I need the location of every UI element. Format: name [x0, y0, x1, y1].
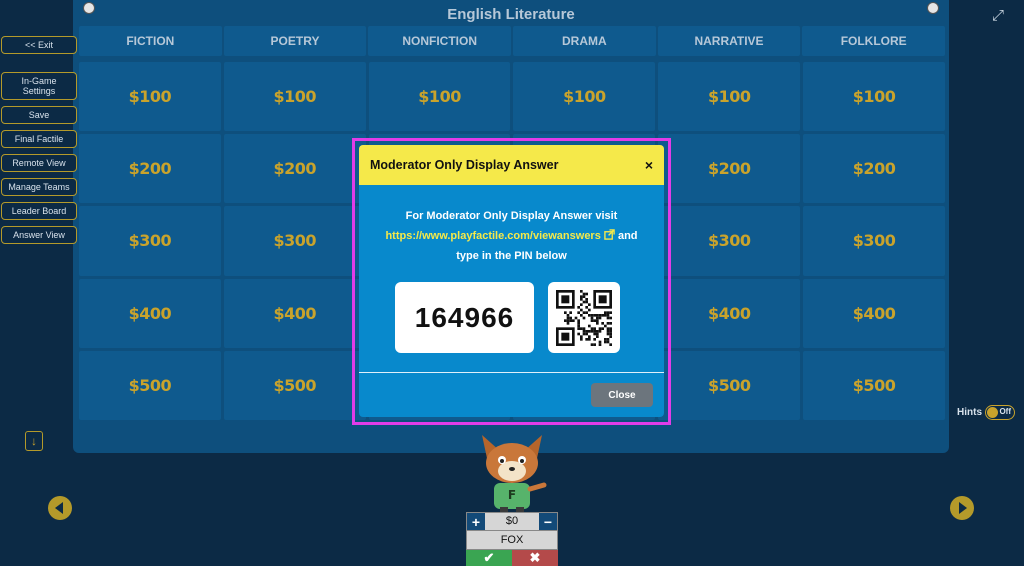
question-cell[interactable]: $300 — [658, 206, 801, 276]
answer-view-button[interactable]: Answer View — [1, 226, 77, 244]
hints-toggle-group: Hints Off — [957, 405, 1015, 420]
modal-instruction: For Moderator Only Display Answer visit — [405, 210, 618, 222]
category-header: POETRY — [223, 26, 367, 56]
incorrect-button[interactable]: ✖ — [512, 550, 558, 566]
scroll-down-button[interactable]: ↓ — [25, 431, 43, 451]
question-cell[interactable]: $500 — [803, 350, 945, 420]
next-button[interactable] — [950, 496, 974, 520]
question-cell[interactable]: $500 — [223, 350, 366, 420]
question-cell[interactable]: $400 — [223, 278, 366, 348]
ingame-settings-button[interactable]: In-Game Settings — [1, 72, 77, 100]
question-cell[interactable]: $100 — [79, 62, 221, 132]
modal-title: Moderator Only Display Answer — [370, 158, 559, 172]
modal-divider — [359, 372, 664, 373]
question-cell[interactable]: $500 — [658, 350, 801, 420]
category-header: FOLKLORE — [802, 26, 946, 56]
minus-icon: − — [543, 513, 553, 530]
avatar-letter: F — [508, 488, 516, 502]
question-cell[interactable]: $100 — [803, 62, 945, 132]
question-cell[interactable]: $300 — [223, 206, 366, 276]
arrow-left-icon — [55, 502, 63, 514]
modal-header: Moderator Only Display Answer × — [359, 145, 664, 185]
fox-avatar: F — [482, 435, 547, 515]
toggle-knob — [987, 407, 998, 418]
question-cell[interactable]: $400 — [803, 278, 945, 348]
pin-display: 164966 — [395, 282, 534, 353]
question-cell[interactable]: $400 — [79, 278, 221, 348]
category-header: NARRATIVE — [657, 26, 801, 56]
team-name: FOX — [466, 531, 558, 550]
question-cell[interactable]: $500 — [79, 350, 221, 420]
question-cell[interactable]: $100 — [368, 62, 511, 132]
exit-button[interactable]: << Exit — [1, 36, 77, 54]
correct-button[interactable]: ✔ — [466, 550, 512, 566]
final-factile-button[interactable]: Final Factile — [1, 130, 77, 148]
qr-code-icon[interactable] — [548, 282, 620, 353]
pin-row: 164966 — [395, 282, 620, 353]
question-cell[interactable]: $200 — [223, 134, 366, 204]
hints-toggle[interactable]: Off — [985, 405, 1015, 420]
question-cell[interactable]: $200 — [803, 134, 945, 204]
external-link-icon[interactable] — [604, 229, 615, 240]
question-cell[interactable]: $200 — [658, 134, 801, 204]
close-icon[interactable]: × — [645, 157, 653, 173]
previous-button[interactable] — [48, 496, 72, 520]
question-cell[interactable]: $100 — [223, 62, 366, 132]
remote-view-button[interactable]: Remote View — [1, 154, 77, 172]
question-cell[interactable]: $300 — [79, 206, 221, 276]
team-score: $0 — [505, 515, 519, 527]
hints-label: Hints — [957, 407, 982, 418]
board-title: English Literature — [447, 6, 575, 23]
subtract-points-button[interactable]: − — [539, 513, 557, 530]
expand-icon[interactable]: ⤢ — [990, 8, 1006, 24]
side-menu: << Exit In-Game Settings Save Final Fact… — [1, 36, 77, 250]
moderator-answer-modal: Moderator Only Display Answer × For Mode… — [359, 145, 664, 417]
category-header: NONFICTION — [368, 26, 512, 56]
arrow-down-icon: ↓ — [31, 434, 37, 448]
category-header: FICTION — [79, 26, 222, 56]
manage-teams-button[interactable]: Manage Teams — [1, 178, 77, 196]
check-icon: ✔ — [483, 550, 495, 565]
plus-icon: + — [471, 513, 481, 530]
viewanswers-link[interactable]: https://www.playfactile.com/viewanswers — [385, 230, 600, 242]
hints-state: Off — [999, 407, 1011, 416]
close-button[interactable]: Close — [591, 383, 653, 407]
question-cell[interactable]: $100 — [658, 62, 801, 132]
leader-board-button[interactable]: Leader Board — [1, 202, 77, 220]
modal-body: For Moderator Only Display Answer visit … — [359, 185, 664, 266]
modal-instruction-and: and — [617, 230, 638, 242]
category-header: DRAMA — [513, 26, 656, 56]
question-cell[interactable]: $400 — [658, 278, 801, 348]
question-cell[interactable]: $300 — [803, 206, 945, 276]
category-row: FICTION POETRY NONFICTION DRAMA NARRATIV… — [79, 26, 946, 56]
question-cell[interactable]: $200 — [79, 134, 221, 204]
modal-instruction-pin: type in the PIN below — [456, 250, 567, 262]
save-button[interactable]: Save — [1, 106, 77, 124]
arrow-right-icon — [959, 502, 967, 514]
question-cell[interactable]: $100 — [513, 62, 656, 132]
add-points-button[interactable]: + — [467, 513, 485, 530]
qr-code — [556, 289, 612, 346]
x-icon: ✖ — [529, 550, 541, 565]
team-score-panel: + $0 − FOX ✔ ✖ — [466, 512, 558, 566]
